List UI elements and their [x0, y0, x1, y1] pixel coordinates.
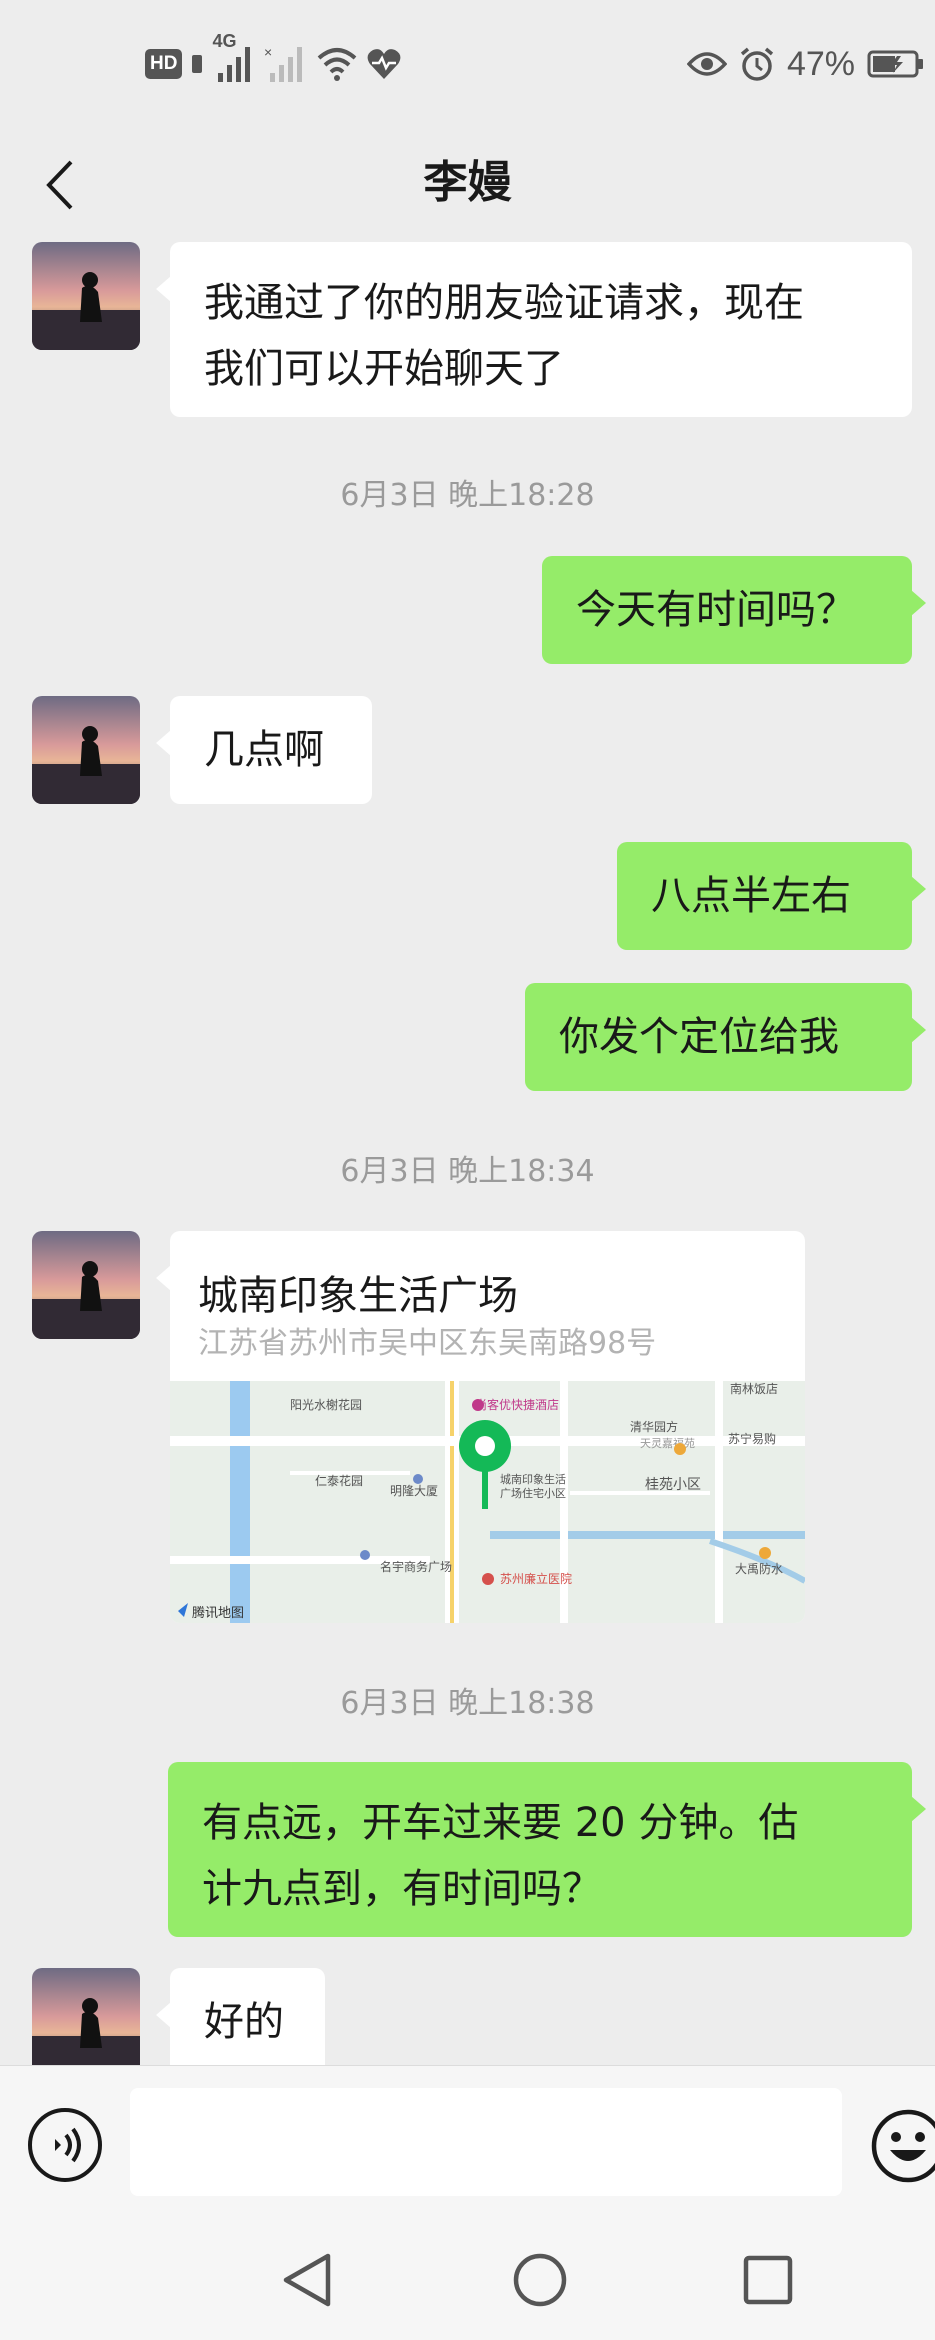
emoji-button[interactable]: [868, 2106, 935, 2186]
message-text: 计九点到，有时间吗？: [202, 1866, 602, 1912]
map-label: 大禹防水: [735, 1561, 783, 1576]
map-label: 桂苑小区: [645, 1477, 701, 1493]
map-label: 清华园方: [630, 1419, 678, 1434]
message-bubble-outgoing[interactable]: 你发个定位给我: [525, 983, 926, 1091]
message-list[interactable]: 我通过了你的朋友验证请求，现在 我们可以开始聊天了 6月3日 晚上18:28 今…: [0, 238, 935, 2065]
map-label: 广场住宅小区: [500, 1486, 566, 1500]
map-label: 南林饭店: [730, 1381, 778, 1396]
location-map: 阳光水榭花园 尚客优快捷酒店 南林饭店 清华园方 天灵嘉福苑 苏宁易购 仁泰花园…: [170, 1381, 805, 1623]
avatar[interactable]: [32, 1968, 140, 2065]
message-incoming: 好的: [0, 1968, 935, 2065]
map-label: 天灵嘉福苑: [640, 1436, 695, 1450]
avatar[interactable]: [32, 1231, 140, 1339]
message-text: 我通过了你的朋友验证请求，现在: [204, 280, 804, 326]
map-label: 名宇商务广场: [380, 1559, 452, 1574]
map-label: 腾讯地图: [192, 1605, 244, 1621]
chat-header: 李嫚: [0, 130, 935, 238]
timestamp: 6月3日 晚上18:34: [340, 1154, 595, 1189]
status-bar: HD 4G × 47%: [0, 0, 935, 130]
message-incoming: 几点啊: [0, 696, 935, 808]
location-card[interactable]: 城南印象生活广场 江苏省苏州市吴中区东吴南路98号 阳光水榭花园 尚客优快捷酒店…: [170, 1231, 805, 1623]
battery-percent: 47%: [786, 44, 855, 83]
message-bubble[interactable]: 几点啊: [156, 696, 372, 804]
voice-button[interactable]: [28, 2108, 102, 2182]
map-label: 城南印象生活: [500, 1472, 566, 1486]
status-left: HD 4G ×: [145, 31, 402, 86]
system-navigation-bar: [0, 2220, 935, 2340]
no-signal-icon: ×: [264, 45, 303, 82]
voice-icon: [55, 2127, 81, 2163]
system-home-button[interactable]: [510, 2250, 570, 2310]
eye-icon: [686, 52, 727, 76]
message-bubble-outgoing[interactable]: 今天有时间吗？: [542, 556, 926, 664]
sim-icon: [190, 49, 204, 79]
map-label: 明隆大厦: [390, 1483, 438, 1498]
system-recents-button[interactable]: [738, 2250, 798, 2310]
map-label: 尚客优快捷酒店: [475, 1397, 559, 1412]
network-type: 4G: [212, 31, 237, 51]
map-label: 阳光水榭花园: [290, 1397, 362, 1412]
location-title: 城南印象生活广场: [198, 1273, 518, 1319]
message-incoming: 我通过了你的朋友验证请求，现在 我们可以开始聊天了: [0, 238, 935, 418]
hd-icon: HD: [145, 49, 183, 79]
message-bubble-outgoing[interactable]: 有点远，开车过来要 20 分钟。估 计九点到，有时间吗？: [168, 1762, 926, 1937]
timestamp: 6月3日 晚上18:28: [340, 478, 595, 513]
map-label: 仁泰花园: [315, 1473, 363, 1488]
square-recents-icon: [743, 2255, 793, 2305]
message-text: 八点半左右: [651, 873, 851, 919]
system-back-button[interactable]: [278, 2250, 338, 2310]
input-bar: [0, 2065, 935, 2220]
wifi-icon: [318, 48, 357, 81]
message-text: 有点远，开车过来要 20 分钟。估: [202, 1800, 799, 1846]
heart-icon: [368, 49, 401, 79]
alarm-icon: [740, 47, 774, 81]
bubble-tail: [156, 1265, 171, 1291]
chat-title: 李嫚: [423, 157, 512, 208]
message-bubble[interactable]: 我通过了你的朋友验证请求，现在 我们可以开始聊天了: [156, 242, 912, 417]
svg-text:×: ×: [264, 45, 272, 60]
battery-icon: [867, 50, 923, 78]
avatar[interactable]: [32, 242, 140, 350]
message-bubble[interactable]: 好的: [156, 1968, 325, 2065]
message-text: 好的: [204, 1999, 284, 2045]
message-text: 你发个定位给我: [559, 1014, 839, 1060]
emoji-icon: [871, 2109, 935, 2183]
map-label: 苏宁易购: [728, 1431, 776, 1446]
map-label: 苏州廉立医院: [500, 1571, 572, 1586]
timestamp: 6月3日 晚上18:38: [340, 1686, 595, 1721]
message-text: 今天有时间吗？: [576, 587, 856, 633]
message-text: 我们可以开始聊天了: [204, 346, 564, 392]
message-input[interactable]: [130, 2088, 842, 2196]
circle-home-icon: [513, 2253, 567, 2307]
status-right: 47%: [686, 42, 925, 86]
avatar[interactable]: [32, 696, 140, 804]
message-text: 几点啊: [204, 727, 324, 773]
triangle-back-icon: [283, 2253, 331, 2307]
location-address: 江苏省苏州市吴中区东吴南路98号: [198, 1326, 657, 1361]
message-bubble-outgoing[interactable]: 八点半左右: [617, 842, 926, 950]
